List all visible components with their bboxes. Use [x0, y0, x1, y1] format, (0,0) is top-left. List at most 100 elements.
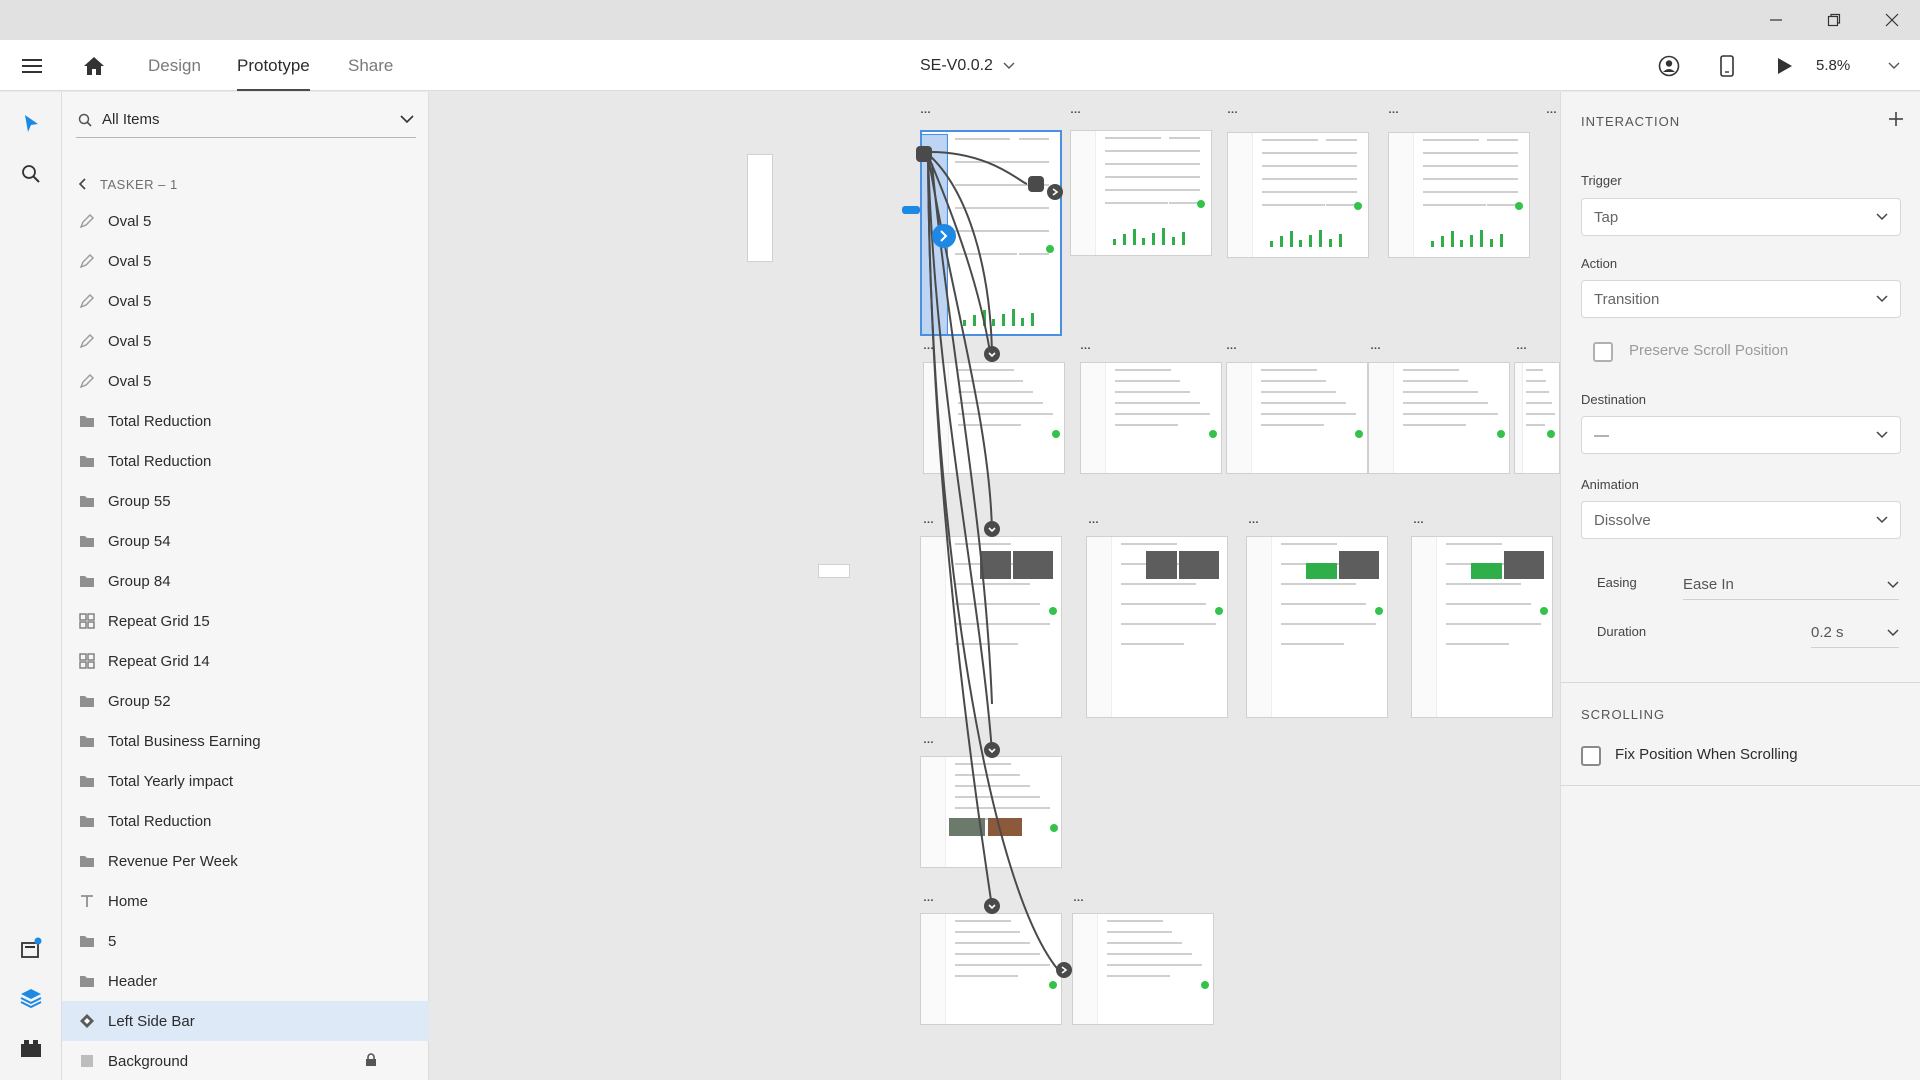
small-artboard-thumbnail[interactable] [818, 564, 850, 578]
layer-item[interactable]: Oval 5 [62, 361, 429, 401]
artboard-menu-icon[interactable]: … [1413, 514, 1425, 526]
artboard-menu-icon[interactable]: … [1080, 340, 1092, 352]
layers-button[interactable] [13, 980, 49, 1016]
artboard-menu-icon[interactable]: … [923, 892, 935, 904]
artboard-menu-icon[interactable]: … [1388, 104, 1400, 116]
layer-item[interactable]: Group 55 [62, 481, 429, 521]
assets-button[interactable] [13, 930, 49, 966]
artboard-thumbnail[interactable] [920, 913, 1062, 1025]
layer-item[interactable]: Repeat Grid 15 [62, 601, 429, 641]
trigger-dropdown[interactable]: Tap [1581, 198, 1901, 236]
placeholder-line [1487, 139, 1518, 141]
animation-dropdown[interactable]: Dissolve [1581, 501, 1901, 539]
lock-icon[interactable] [365, 1053, 377, 1067]
close-button[interactable] [1864, 0, 1920, 40]
artboard-thumbnail[interactable] [923, 362, 1065, 474]
duration-dropdown[interactable]: 0.2 s [1811, 618, 1899, 648]
artboard-thumbnail[interactable] [1086, 536, 1228, 718]
user-testing-button[interactable] [1654, 51, 1684, 81]
layer-item-label: Background [108, 1052, 189, 1070]
layer-item[interactable]: Oval 5 [62, 321, 429, 361]
layer-item[interactable]: Total Reduction [62, 441, 429, 481]
layers-search-input[interactable]: All Items [76, 102, 416, 138]
layer-item[interactable]: Oval 5 [62, 201, 429, 241]
layer-item[interactable]: Group 84 [62, 561, 429, 601]
fix-position-checkbox[interactable] [1581, 746, 1601, 766]
layer-item[interactable]: Background [62, 1041, 429, 1080]
chevron-down-icon [1876, 431, 1888, 439]
layer-item[interactable]: Group 52 [62, 681, 429, 721]
layer-item[interactable]: Total Reduction [62, 801, 429, 841]
artboard-menu-icon[interactable]: … [1546, 104, 1558, 116]
restore-button[interactable] [1806, 0, 1862, 40]
layers-filter-label: All Items [102, 111, 160, 128]
artboard-menu-icon[interactable]: … [1226, 340, 1238, 352]
text-icon [78, 892, 96, 910]
layer-item[interactable]: Revenue Per Week [62, 841, 429, 881]
status-dot [1046, 245, 1054, 253]
tab-share[interactable]: Share [348, 40, 393, 91]
artboard-menu-icon[interactable]: … [923, 514, 935, 526]
artboard-menu-icon[interactable]: … [1248, 514, 1260, 526]
artboard-menu-icon[interactable]: … [1088, 514, 1100, 526]
preserve-scroll-checkbox[interactable] [1593, 342, 1613, 362]
artboard-thumbnail[interactable] [920, 756, 1062, 868]
artboard-thumbnail[interactable] [1411, 536, 1553, 718]
plugins-button[interactable] [13, 1030, 49, 1066]
layer-item[interactable]: 5 [62, 921, 429, 961]
artboard-thumbnail[interactable] [1368, 362, 1510, 474]
artboard-thumbnail[interactable] [1388, 132, 1530, 258]
layer-item[interactable]: Total Business Earning [62, 721, 429, 761]
layer-item[interactable]: Group 54 [62, 521, 429, 561]
scrolling-section-title: SCROLLING [1581, 707, 1666, 722]
artboard-thumbnail[interactable] [1070, 130, 1212, 256]
layers-breadcrumb[interactable]: TASKER – 1 [78, 174, 178, 194]
document-title-dropdown[interactable]: SE-V0.0.2 [920, 40, 1015, 91]
artboard-thumbnail[interactable] [1226, 362, 1368, 474]
layer-item[interactable]: Repeat Grid 14 [62, 641, 429, 681]
menu-button[interactable] [18, 52, 46, 80]
home-button[interactable] [80, 52, 108, 80]
artboard-thumbnail[interactable] [1072, 913, 1214, 1025]
artboard-menu-icon[interactable]: … [1516, 340, 1528, 352]
artboard-thumbnail[interactable] [920, 536, 1062, 718]
layer-item[interactable]: Total Yearly impact [62, 761, 429, 801]
artboard-thumbnail[interactable] [1227, 132, 1369, 258]
placeholder-line [1402, 380, 1469, 382]
artboard-thumbnail[interactable] [1246, 536, 1388, 718]
action-dropdown[interactable]: Transition [1581, 280, 1901, 318]
selected-layer-highlight[interactable] [920, 134, 948, 336]
device-preview-button[interactable] [1712, 51, 1742, 81]
layer-item[interactable]: Oval 5 [62, 281, 429, 321]
artboard-menu-icon[interactable]: … [1070, 104, 1082, 116]
tab-prototype[interactable]: Prototype [237, 40, 310, 91]
tab-design[interactable]: Design [148, 40, 201, 91]
design-canvas[interactable]: … … … … … … … … … … … … … … … … … [430, 92, 1560, 1080]
easing-dropdown[interactable]: Ease In [1683, 570, 1899, 600]
artboard-menu-icon[interactable]: … [1073, 892, 1085, 904]
artboard-thumbnail[interactable] [1514, 362, 1560, 474]
layer-item[interactable]: Home [62, 881, 429, 921]
zoom-dropdown-button[interactable] [1886, 58, 1902, 74]
artboard-menu-icon[interactable]: … [923, 734, 935, 746]
artboard-sidebar [1389, 133, 1415, 257]
search-tool-button[interactable] [13, 156, 49, 192]
add-interaction-button[interactable] [1887, 110, 1907, 130]
layer-item[interactable]: Oval 5 [62, 241, 429, 281]
artboard-menu-icon[interactable]: … [920, 104, 932, 116]
select-tool-button[interactable] [13, 106, 49, 142]
small-artboard-thumbnail[interactable] [747, 154, 773, 262]
placeholder-line [954, 964, 1050, 966]
artboard-menu-icon[interactable]: … [1227, 104, 1239, 116]
play-preview-button[interactable] [1770, 51, 1800, 81]
destination-dropdown[interactable]: — [1581, 416, 1901, 454]
interaction-properties-panel: INTERACTION Trigger Tap Action Transitio… [1560, 92, 1920, 1080]
artboard-menu-icon[interactable]: … [1370, 340, 1382, 352]
artboard-thumbnail[interactable] [1080, 362, 1222, 474]
zoom-level[interactable]: 5.8% [1816, 40, 1850, 91]
artboard-menu-icon[interactable]: … [923, 340, 935, 352]
layer-item[interactable]: Left Side Bar [62, 1001, 429, 1041]
layer-item[interactable]: Header [62, 961, 429, 1001]
minimize-button[interactable] [1748, 0, 1804, 40]
layer-item[interactable]: Total Reduction [62, 401, 429, 441]
